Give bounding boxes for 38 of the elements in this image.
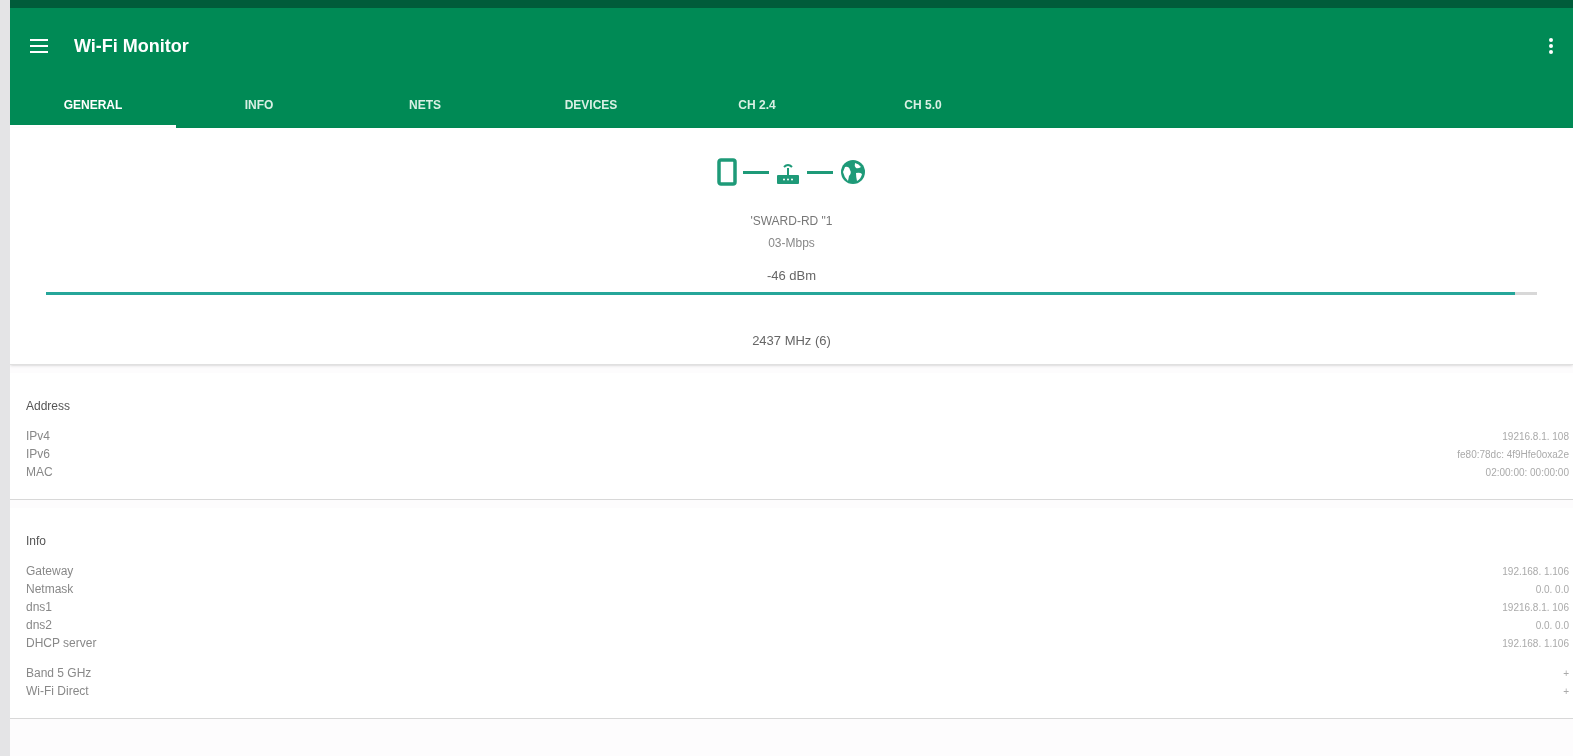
tab[interactable]: INFO xyxy=(176,84,342,128)
field-value: 192.168. 1.106 xyxy=(1502,636,1569,651)
section-title: Address xyxy=(26,398,72,415)
line-icon xyxy=(806,170,833,174)
tab[interactable]: CH 2.4 xyxy=(674,84,840,128)
frequency: 2437 MHz (6) xyxy=(752,331,831,350)
globe-icon xyxy=(838,158,867,186)
field-value: + xyxy=(1563,684,1569,699)
tab[interactable]: DEVICES xyxy=(508,84,674,128)
field-label: dns1 xyxy=(26,599,53,616)
field-label: MAC xyxy=(26,464,53,481)
section-title: Info xyxy=(26,533,47,550)
field-value: 02:00:00: 00:00:00 xyxy=(1485,465,1569,480)
link-speed: 03-Mbps xyxy=(768,235,815,252)
field-label: Wi-Fi Direct xyxy=(26,683,89,700)
network-name: 'SWARD-RD "1 xyxy=(750,213,833,230)
field-label: IPv6 xyxy=(26,446,50,463)
field-label: Netmask xyxy=(26,581,74,598)
field-label: IPv4 xyxy=(26,428,50,445)
field-value: 0.0. 0.0 xyxy=(1535,618,1569,633)
field-label: Gateway xyxy=(26,563,74,580)
line-icon xyxy=(742,170,769,174)
field-label: dns2 xyxy=(26,617,53,634)
tab[interactable]: CH 5.0 xyxy=(840,84,1006,128)
field-value: 192.168. 1.106 xyxy=(1502,564,1569,579)
more-icon[interactable] xyxy=(1549,38,1553,54)
phone-icon xyxy=(716,158,737,186)
signal-reading: -46 dBm xyxy=(766,267,817,285)
field-value: 0.0. 0.0 xyxy=(1535,582,1569,597)
field-value: 19216.8.1. 108 xyxy=(1502,429,1569,444)
field-label: Band 5 GHz xyxy=(26,665,92,682)
menu-icon[interactable] xyxy=(30,39,48,53)
field-label: DHCP server xyxy=(26,635,97,652)
field-value: 19216.8.1. 106 xyxy=(1502,600,1569,615)
tab[interactable]: NETS xyxy=(342,84,508,128)
field-value: fe80:78dc: 4f9Hfe0oxa2e xyxy=(1457,447,1569,462)
field-value: + xyxy=(1563,666,1569,681)
app-title: Wi-Fi Monitor xyxy=(74,34,189,58)
